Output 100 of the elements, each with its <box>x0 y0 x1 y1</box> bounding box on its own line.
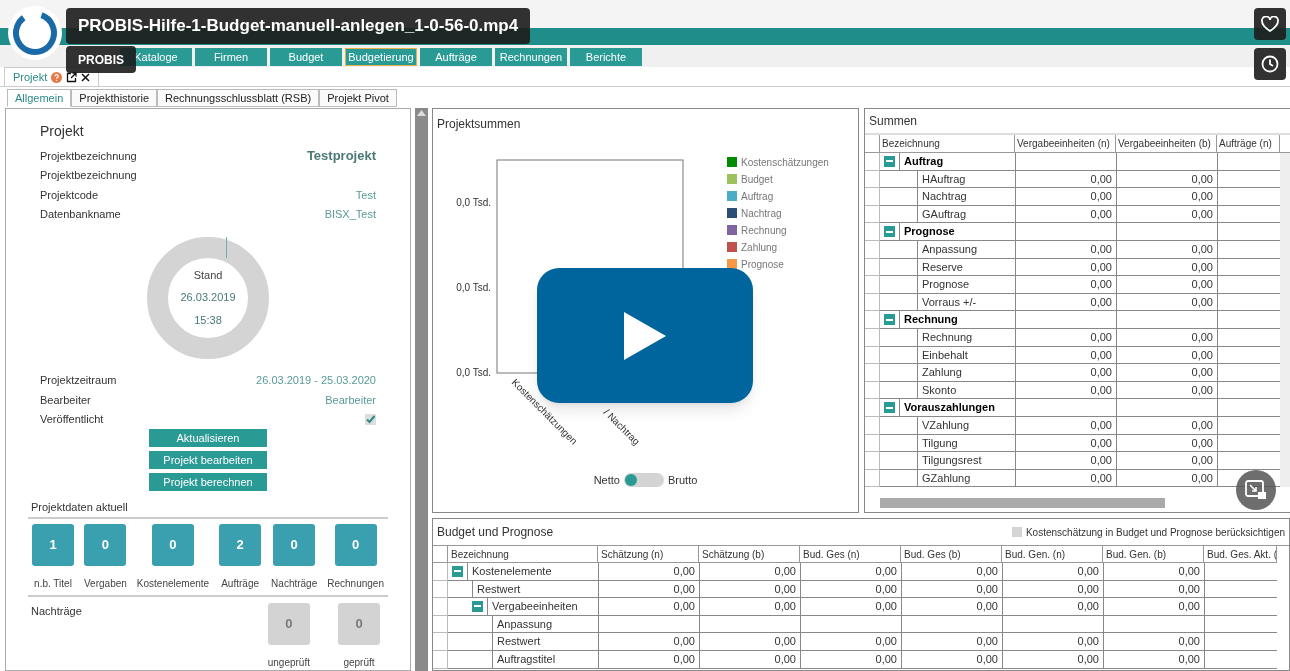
row-header-cell[interactable] <box>865 469 880 488</box>
row-header-cell[interactable] <box>433 633 448 651</box>
tab[interactable]: Projekthistorie <box>71 89 157 107</box>
horizontal-scrollbar[interactable] <box>880 498 1165 509</box>
row-header-cell[interactable] <box>865 399 880 417</box>
tree-label: Reserve <box>917 258 1015 276</box>
checkbox[interactable] <box>1011 527 1022 537</box>
column-header[interactable]: Vergabeeinheiten (b) <box>1116 135 1217 153</box>
table-cell: 0,00 <box>1103 633 1204 651</box>
row-header-cell[interactable] <box>865 258 880 277</box>
count-tile[interactable]: 2 <box>219 524 262 566</box>
count-tile[interactable]: 0 <box>338 603 380 645</box>
row-header-cell[interactable] <box>865 434 880 453</box>
row-header-cell[interactable] <box>865 381 880 400</box>
collapse-icon[interactable] <box>472 601 483 612</box>
column-header[interactable]: Schätzung (n) <box>598 546 699 563</box>
column-header[interactable]: Bezeichnung <box>448 546 598 563</box>
checkbox[interactable] <box>365 414 376 426</box>
action-button[interactable]: Projekt berechnen <box>149 473 267 492</box>
nav-button[interactable]: Berichte <box>570 48 642 66</box>
channel-name[interactable]: PROBIS <box>66 46 136 73</box>
column-header[interactable]: Schätzung (b) <box>699 546 800 563</box>
count-tile[interactable]: 0 <box>151 524 194 566</box>
scrollbar-track[interactable] <box>1280 153 1290 488</box>
table-cell: 0,00 <box>598 598 699 616</box>
count-tile[interactable]: 0 <box>334 524 377 566</box>
row-header-cell[interactable] <box>433 580 448 599</box>
table-cell: 0,00 <box>598 563 699 581</box>
action-button[interactable]: Projekt bearbeiten <box>149 451 267 470</box>
column-header[interactable]: Bezeichnung <box>880 135 1015 153</box>
count-tile[interactable]: 0 <box>84 524 127 566</box>
column-header[interactable]: Bud. Ges (n) <box>800 546 901 563</box>
tile-label: geprüft <box>343 656 375 670</box>
field-value: BISX_Test <box>324 207 376 223</box>
column-header[interactable]: Vergabeeinheiten (n) <box>1015 135 1116 153</box>
row-header-cell[interactable] <box>865 346 880 365</box>
table-cell: 0,00 <box>800 650 901 669</box>
nav-button[interactable]: Firmen <box>195 48 267 66</box>
nav-button[interactable]: Aufträge <box>420 48 492 66</box>
row-header-cell[interactable] <box>433 598 448 616</box>
table-cell: 0,00 <box>901 650 1002 669</box>
scrollbar[interactable] <box>415 108 428 671</box>
count-tile[interactable]: 1 <box>32 524 74 566</box>
table-cell: 0,00 <box>699 598 800 616</box>
column-header[interactable]: Bud. Ges (b) <box>901 546 1002 563</box>
tree-label: VZahlung <box>917 416 1015 434</box>
column-header[interactable]: Bud. Gen. (n) <box>1002 546 1103 563</box>
tree-label: Rechnung <box>899 311 1015 328</box>
toggle-switch[interactable] <box>623 472 664 487</box>
tab-label: Projekt <box>13 69 48 85</box>
row-header-cell[interactable] <box>865 170 880 189</box>
tree-label: Prognose <box>899 223 1015 240</box>
tree-label: Restwert <box>492 633 598 650</box>
table-cell: 0,00 <box>1002 580 1103 599</box>
external-link-icon[interactable] <box>66 71 78 83</box>
row-header-cell[interactable] <box>865 188 880 206</box>
row-header-cell[interactable] <box>865 416 880 435</box>
row-header-cell[interactable] <box>865 240 880 259</box>
tab[interactable]: Rechnungsschlussblatt (RSB) <box>157 89 320 107</box>
row-header-cell[interactable] <box>865 223 880 241</box>
tab[interactable]: Projekt Pivot <box>319 89 397 107</box>
nav-button[interactable]: Budgetierung <box>345 48 417 66</box>
tab[interactable]: Allgemein <box>7 89 72 107</box>
row-header-cell[interactable] <box>865 311 880 329</box>
legend-label: Nachtrag <box>741 206 782 221</box>
scroll-up-icon[interactable] <box>417 110 426 116</box>
collapse-icon[interactable] <box>884 226 895 238</box>
toggle-label: Brutto <box>667 472 698 488</box>
collapse-icon[interactable] <box>452 565 463 577</box>
row-header-cell[interactable] <box>865 328 880 347</box>
row-header-cell[interactable] <box>865 205 880 224</box>
row-header-cell[interactable] <box>433 615 448 634</box>
row-header-cell[interactable] <box>865 153 880 171</box>
picture-in-picture-button[interactable] <box>1236 470 1276 510</box>
row-header-cell[interactable] <box>865 364 880 382</box>
collapse-icon[interactable] <box>884 155 895 167</box>
collapse-icon[interactable] <box>884 402 895 414</box>
table-cell: 0,00 <box>1015 170 1116 189</box>
like-button[interactable] <box>1254 8 1286 40</box>
row-header-cell[interactable] <box>865 293 880 312</box>
column-header[interactable]: Bud. Gen. (b) <box>1103 546 1204 563</box>
table-cell: 0,00 <box>1015 258 1116 277</box>
column-header[interactable]: Aufträge (n) <box>1217 135 1280 153</box>
nav-button[interactable]: Budget <box>270 48 342 66</box>
row-header-cell[interactable] <box>865 276 880 294</box>
count-tile[interactable]: 0 <box>267 603 310 645</box>
row-header-cell[interactable] <box>865 452 880 470</box>
table-cell: 0,00 <box>1116 381 1217 400</box>
collapse-icon[interactable] <box>884 314 895 326</box>
watch-later-button[interactable] <box>1254 48 1286 80</box>
status-label: Stand <box>193 267 223 283</box>
nav-button[interactable]: Rechnungen <box>495 48 567 66</box>
count-tile[interactable]: 0 <box>273 524 316 566</box>
row-header-cell[interactable] <box>433 563 448 581</box>
action-button[interactable]: Aktualisieren <box>149 429 267 448</box>
row-header-cell[interactable] <box>433 650 448 669</box>
table-cell: 0,00 <box>598 580 699 599</box>
video-title[interactable]: PROBIS-Hilfe-1-Budget-manuell-anlegen_1-0-56-0.mp4 <box>66 8 531 44</box>
close-icon[interactable] <box>81 72 91 82</box>
status-date: 26.03.2019 <box>180 290 236 306</box>
